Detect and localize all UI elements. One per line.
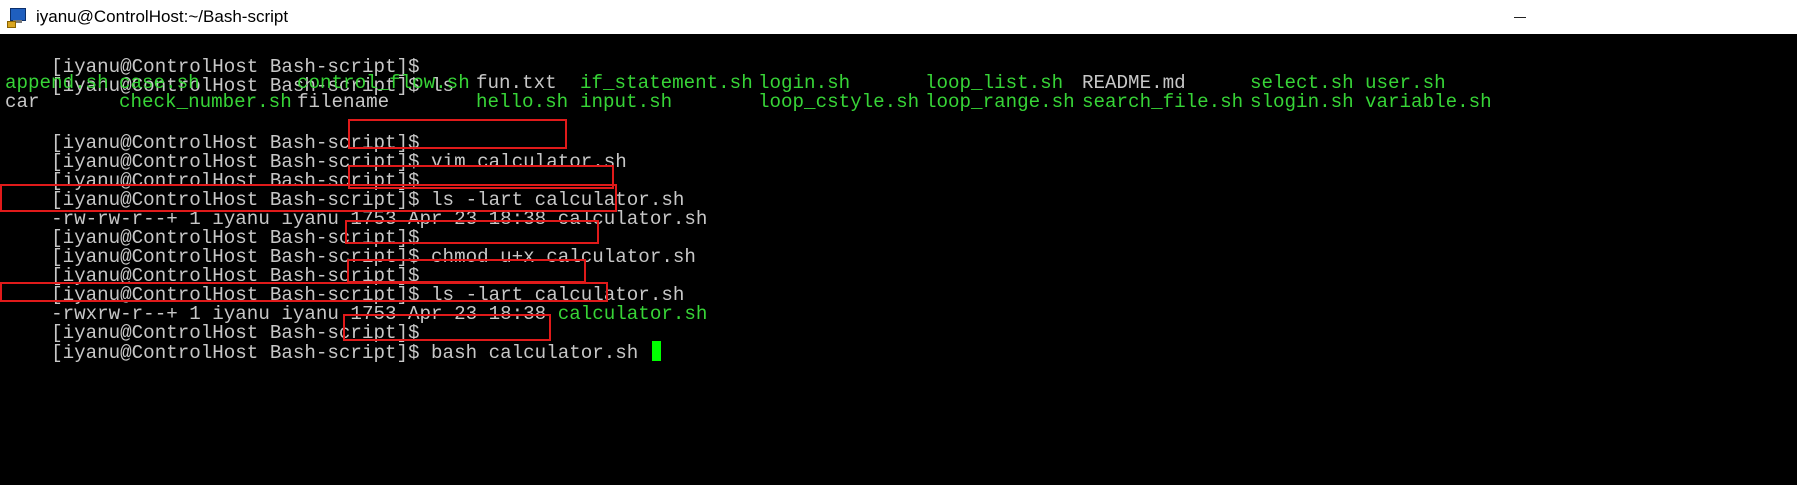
prompt: [iyanu@ControlHost Bash-script]$	[51, 342, 420, 364]
ls-entry: loop_cstyle.sh	[758, 91, 920, 113]
ls-entry: search_file.sh	[1082, 91, 1244, 113]
ls-entry: slogin.sh	[1250, 91, 1354, 113]
terminal-screen[interactable]: [iyanu@ControlHost Bash-script]$ [iyanu@…	[0, 34, 1797, 485]
window-titlebar[interactable]: iyanu@ControlHost:~/Bash-script	[0, 0, 1797, 34]
ls-entry: input.sh	[580, 91, 673, 113]
minimize-icon	[1514, 16, 1526, 18]
minimize-button[interactable]	[1508, 5, 1532, 29]
ls-entry: variable.sh	[1365, 91, 1492, 113]
window-title: iyanu@ControlHost:~/Bash-script	[36, 7, 289, 26]
putty-terminal-icon	[6, 6, 28, 28]
terminal-line: [iyanu@ControlHost Bash-script]$ bash ca…	[5, 319, 661, 364]
ls-entry: hello.sh	[476, 91, 569, 113]
text-cursor	[651, 341, 661, 361]
command-text: bash calculator.sh	[431, 342, 639, 364]
ls-entry: loop_range.sh	[925, 91, 1075, 113]
